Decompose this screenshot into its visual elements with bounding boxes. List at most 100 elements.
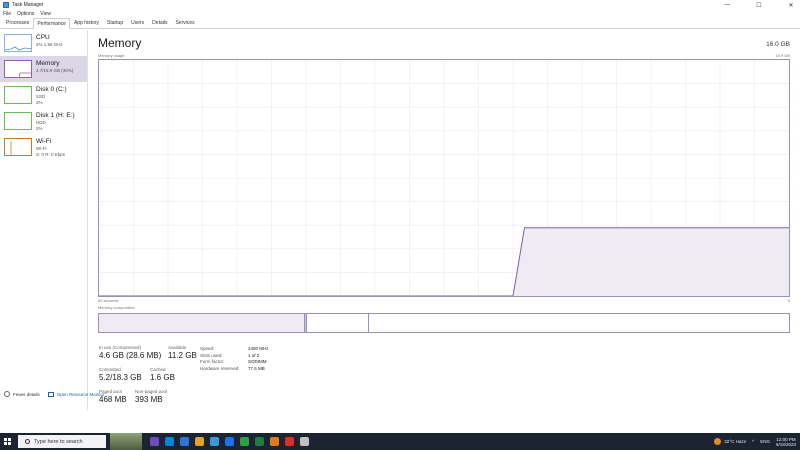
slots-value: 1 of 2: [248, 352, 260, 358]
tab-processes[interactable]: Processes: [2, 17, 33, 28]
form-factor-label: Form factor:: [200, 359, 225, 364]
speed-label: Speed:: [200, 346, 215, 351]
page-title: Memory: [98, 36, 142, 50]
taskbar-search[interactable]: Type here to search: [18, 435, 106, 448]
composition-in-use: [99, 314, 305, 332]
taskbar-app-icon[interactable]: [270, 437, 279, 446]
sidebar-item-sub: 2% 1.56 GHz: [36, 42, 63, 47]
open-resource-monitor-link[interactable]: Open Resource Monitor: [47, 391, 105, 397]
performance-sidebar: CPU 2% 1.56 GHz Memory 4.7/15.9 GB (30%)…: [0, 30, 88, 410]
sidebar-item-disk-0[interactable]: Disk 0 (C:) SSD 2%: [0, 82, 87, 108]
stat-available: Available 11.2 GB: [168, 345, 197, 361]
sidebar-item-sub: 2%: [36, 125, 43, 131]
memory-usage-chart: [98, 59, 790, 297]
cached-value: 1.6 GB: [150, 373, 175, 382]
composition-standby: [307, 314, 369, 332]
stat-cached: Cached 1.6 GB: [150, 367, 175, 383]
taskbar-app-icon[interactable]: [225, 437, 234, 446]
maximize-button[interactable]: ☐: [754, 2, 764, 9]
start-button[interactable]: [0, 433, 14, 450]
x-axis-start-label: 60 seconds: [98, 298, 119, 303]
x-axis-end-label: 0: [787, 298, 790, 303]
taskbar-app-icon[interactable]: [255, 437, 264, 446]
window-controls: — ☐ ✕: [722, 0, 796, 10]
pinned-apps: [150, 437, 309, 446]
wifi-thumbnail: [4, 138, 32, 156]
nonpaged-pool-value: 393 MB: [135, 395, 163, 404]
form-factor-value: SODIMM: [248, 359, 267, 364]
sidebar-item-wifi[interactable]: Wi-Fi Wi-Fi S: 0 R: 0 Kbps: [0, 134, 87, 160]
tab-details[interactable]: Details: [148, 17, 171, 28]
minimize-button[interactable]: —: [722, 2, 732, 8]
composition-free: [369, 314, 789, 332]
stat-in-use: In use (Compressed) 4.6 GB (28.6 MB): [99, 345, 161, 361]
in-use-value: 4.6 GB (28.6 MB): [99, 351, 162, 360]
sidebar-item-sub: 4.7/15.9 GB (30%): [36, 68, 74, 73]
search-icon: [25, 439, 30, 444]
cpu-thumbnail: [4, 34, 32, 52]
tray-chevron-icon[interactable]: ^: [752, 439, 754, 444]
sidebar-item-sub: S: 0 R: 0 Kbps: [36, 151, 66, 157]
tab-startup[interactable]: Startup: [103, 17, 127, 28]
title-bar: Task Manager — ☐ ✕: [0, 0, 800, 10]
memory-thumbnail: [4, 60, 32, 78]
hardware-reserved-label: Hardware reserved:: [200, 365, 240, 371]
sidebar-item-label: Disk 1 (H: E:): [36, 112, 75, 119]
stat-committed: Committed 5.2/18.3 GB: [99, 367, 142, 383]
committed-value: 5.2/18.3 GB: [99, 373, 142, 382]
taskbar-app-icon[interactable]: [195, 437, 204, 446]
system-tray: 32°C Haze ^ ENG 12:00 PM 6/18/2023: [714, 433, 796, 450]
windows-logo-icon: [3, 438, 11, 445]
fewer-details-label: Fewer details: [13, 391, 40, 397]
tab-app-history[interactable]: App history: [70, 17, 103, 28]
taskbar-app-icon[interactable]: [180, 437, 189, 446]
language-indicator[interactable]: ENG: [760, 439, 770, 444]
disk-1-thumbnail: [4, 112, 32, 130]
taskbar-app-icon[interactable]: [240, 437, 249, 446]
sidebar-item-label: Wi-Fi: [36, 138, 52, 145]
taskbar: Type here to search 32°C Haze ^ ENG 12:0…: [0, 433, 800, 450]
hardware-values: 2400 MHz 1 of 2 SODIMM 77.5 MB: [248, 346, 269, 371]
stat-nonpaged-pool: Non-paged pool 393 MB: [135, 389, 167, 405]
taskbar-app-icon[interactable]: [210, 437, 219, 446]
hardware-reserved-value: 77.5 MB: [248, 365, 265, 371]
hardware-labels: Speed: Slots used: Form factor: Hardware…: [200, 346, 240, 371]
sidebar-item-sub: 2%: [36, 99, 43, 105]
search-highlight-image: [110, 433, 142, 450]
open-resource-monitor-label: Open Resource Monitor: [56, 391, 105, 397]
tab-bar: Processes Performance App history Startu…: [0, 18, 800, 29]
sidebar-item-memory[interactable]: Memory 4.7/15.9 GB (30%): [0, 56, 87, 82]
taskbar-app-icon[interactable]: [165, 437, 174, 446]
sun-icon: [714, 438, 722, 445]
search-placeholder: Type here to search: [34, 438, 83, 445]
task-manager-icon: [3, 2, 9, 8]
fewer-details-link[interactable]: Fewer details: [4, 391, 40, 397]
memory-usage-svg: [99, 60, 789, 297]
available-value: 11.2 GB: [168, 351, 197, 360]
tab-users[interactable]: Users: [127, 17, 148, 28]
sidebar-item-label: Memory: [36, 60, 60, 67]
sidebar-item-cpu[interactable]: CPU 2% 1.56 GHz: [0, 30, 87, 56]
weather-text: 32°C Haze: [724, 439, 747, 444]
chevron-up-icon: [4, 391, 10, 397]
memory-composition-bar: [98, 313, 790, 333]
footer-links: Fewer details Open Resource Monitor: [4, 391, 105, 397]
slots-label: Slots used:: [200, 352, 223, 358]
composition-label: Memory composition: [98, 305, 135, 310]
tab-services[interactable]: Services: [171, 17, 198, 28]
sidebar-item-disk-1[interactable]: Disk 1 (H: E:) HDD 2%: [0, 108, 87, 134]
usage-chart-label: Memory usage: [98, 53, 125, 58]
speed-value: 2400 MHz: [248, 346, 269, 351]
weather-widget[interactable]: 32°C Haze: [714, 438, 746, 445]
menu-view[interactable]: View: [40, 11, 51, 17]
sidebar-item-label: CPU: [36, 34, 50, 41]
clock[interactable]: 12:00 PM 6/18/2023: [776, 437, 796, 447]
taskbar-app-icon[interactable]: [285, 437, 294, 446]
tab-performance[interactable]: Performance: [33, 18, 70, 29]
resource-monitor-icon: [47, 391, 54, 397]
total-memory: 16.0 GB: [766, 41, 790, 48]
close-button[interactable]: ✕: [786, 2, 796, 9]
taskbar-app-icon[interactable]: [300, 437, 309, 446]
taskbar-app-icon[interactable]: [150, 437, 159, 446]
usage-chart-max: 15.9 GB: [775, 53, 790, 58]
